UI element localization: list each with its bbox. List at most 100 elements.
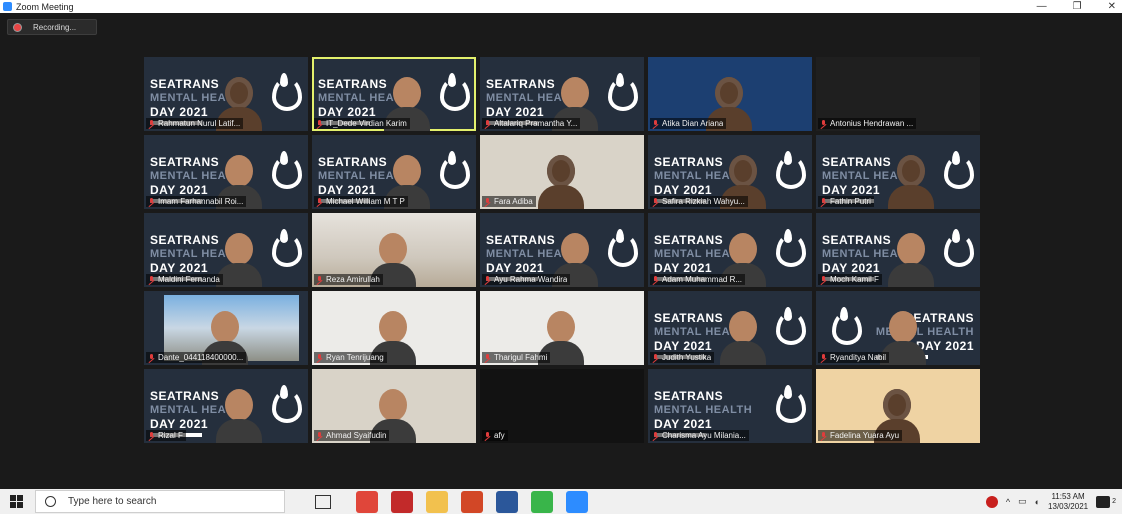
- participant-tile[interactable]: Fadelina Yuara Ayu: [816, 369, 980, 443]
- flame-logo-icon: [268, 71, 302, 111]
- zoom-icon[interactable]: [566, 490, 588, 513]
- participant-name-label: Tharigul Fahmi: [482, 352, 551, 363]
- participant-tile[interactable]: SEATRANS MENTAL HEALTH DAY 2021 Altalariq P…: [480, 57, 644, 131]
- participant-tile[interactable]: Atika Dian Ariana: [648, 57, 812, 131]
- taskbar-search[interactable]: Type here to search: [35, 490, 285, 513]
- participant-tile[interactable]: SEATRANS MENTAL HEALTH DAY 2021 Rizal F: [144, 369, 308, 443]
- windows-start-icon[interactable]: [10, 495, 23, 508]
- banner-title: SEATRANS: [654, 389, 724, 403]
- muted-mic-icon: [820, 353, 827, 362]
- participant-tile[interactable]: afy: [480, 369, 644, 443]
- banner-year: DAY 2021: [654, 417, 713, 431]
- participant-name: Rahmatun Nurul Latif...: [158, 119, 241, 128]
- flame-logo-icon: [268, 149, 302, 189]
- task-view-icon[interactable]: [315, 494, 331, 509]
- muted-mic-icon: [820, 197, 827, 206]
- chevron-up-icon[interactable]: ^: [1006, 497, 1010, 507]
- participant-name-label: Fadelina Yuara Ayu: [818, 430, 903, 441]
- flame-logo-icon: [772, 149, 806, 189]
- participant-name: Tharigul Fahmi: [494, 353, 548, 362]
- word-icon[interactable]: [496, 490, 518, 513]
- participant-name: Reza Amirullah: [326, 275, 380, 284]
- participant-tile[interactable]: SEATRANS MENTAL HEALTH DAY 2021 Ayu Rahma W…: [480, 213, 644, 287]
- muted-mic-icon: [484, 275, 491, 284]
- participant-tile[interactable]: SEATRANS MENTAL HEALTH DAY 2021 Judith Yust…: [648, 291, 812, 365]
- muted-mic-icon: [316, 197, 323, 206]
- participant-video: [216, 385, 262, 443]
- participant-name-label: Judith Yustika: [650, 352, 715, 363]
- muted-mic-icon: [484, 119, 491, 128]
- system-tray: ^ ▭ ◐ 11:53 AM 13/03/2021 2: [985, 489, 1122, 514]
- muted-mic-icon: [652, 119, 659, 128]
- participant-name: Ryan Tenrijuang: [326, 353, 384, 362]
- minimize-button[interactable]: —: [1037, 1, 1047, 12]
- participant-name: Altalariq Pramantha Y...: [494, 119, 578, 128]
- participant-name-label: Fara Adiba: [482, 196, 536, 207]
- participant-name-label: afy: [482, 430, 508, 441]
- line-icon[interactable]: [531, 490, 553, 513]
- powerpoint-icon[interactable]: [461, 490, 483, 513]
- participant-name-label: Ryanditya Nabil: [818, 352, 890, 363]
- participant-tile[interactable]: Tharigul Fahmi: [480, 291, 644, 365]
- participant-tile[interactable]: Fara Adiba: [480, 135, 644, 209]
- participant-name-label: Rizal F: [146, 430, 186, 441]
- participant-tile[interactable]: Ahmad Syaifudin: [312, 369, 476, 443]
- participant-name: Moch Kamil F: [830, 275, 879, 284]
- muted-mic-icon: [820, 431, 827, 440]
- participant-tile[interactable]: SEATRANS MENTAL HEALTH DAY 2021 Ryanditya N…: [816, 291, 980, 365]
- participant-name-label: Ryan Tenrijuang: [314, 352, 387, 363]
- muted-mic-icon: [484, 353, 491, 362]
- muted-mic-icon: [316, 119, 323, 128]
- clock[interactable]: 11:53 AM 13/03/2021: [1048, 492, 1088, 512]
- recording-dot-icon: [14, 23, 21, 31]
- muted-mic-icon: [652, 353, 659, 362]
- participant-tile[interactable]: SEATRANS MENTAL HEALTH DAY 2021 Charisma Ay…: [648, 369, 812, 443]
- participant-tile[interactable]: SEATRANS MENTAL HEALTH DAY 2021 IT_Dede Vir…: [312, 57, 476, 131]
- participant-name: Ahmad Syaifudin: [326, 431, 387, 440]
- chrome-icon[interactable]: [356, 490, 378, 513]
- window-controls: — ❐ ✕: [1037, 0, 1116, 13]
- tray-app-icon[interactable]: [985, 495, 998, 508]
- participant-tile[interactable]: Reza Amirullah: [312, 213, 476, 287]
- participant-tile[interactable]: SEATRANS MENTAL HEALTH DAY 2021 Imam Farhan…: [144, 135, 308, 209]
- flame-logo-icon: [268, 227, 302, 267]
- participant-tile[interactable]: SEATRANS MENTAL HEALTH DAY 2021 Adam Muhamm…: [648, 213, 812, 287]
- clock-time: 11:53 AM: [1051, 491, 1085, 501]
- flame-logo-icon: [940, 227, 974, 267]
- participant-tile[interactable]: SEATRANS MENTAL HEALTH DAY 2021 Safira Rizk…: [648, 135, 812, 209]
- participant-name-label: Adam Muhammad R...: [650, 274, 746, 285]
- volume-icon[interactable]: ◐: [1035, 497, 1040, 507]
- participant-name-label: IT_Dede Virdian Karim: [314, 118, 410, 129]
- participant-name: Fadelina Yuara Ayu: [830, 431, 900, 440]
- participant-name-label: Atika Dian Ariana: [650, 118, 727, 129]
- muted-mic-icon: [484, 431, 491, 440]
- notification-icon[interactable]: [1096, 495, 1111, 508]
- participant-name: Fathin Putri: [830, 197, 871, 206]
- participant-tile[interactable]: Antonius Hendrawan ...: [816, 57, 980, 131]
- muted-mic-icon: [652, 197, 659, 206]
- flame-logo-icon: [604, 227, 638, 267]
- muted-mic-icon: [148, 275, 155, 284]
- participant-tile[interactable]: SEATRANS MENTAL HEALTH DAY 2021 Fathin Putr…: [816, 135, 980, 209]
- video-app-icon[interactable]: [391, 490, 413, 513]
- participant-tile[interactable]: SEATRANS MENTAL HEALTH DAY 2021 Michael Wil…: [312, 135, 476, 209]
- participant-name: Imam Farhannabil Roi...: [158, 197, 244, 206]
- file-explorer-icon[interactable]: [426, 490, 448, 513]
- close-button[interactable]: ✕: [1108, 1, 1116, 12]
- participant-tile[interactable]: Ryan Tenrijuang: [312, 291, 476, 365]
- participant-name: Dante_044118400000...: [158, 353, 244, 362]
- participant-tile[interactable]: Dante_044118400000...: [144, 291, 308, 365]
- title-bar: Zoom Meeting — ❐ ✕: [0, 0, 1122, 13]
- participant-video: [888, 229, 934, 287]
- participant-tile[interactable]: SEATRANS MENTAL HEALTH DAY 2021 Moch Kamil …: [816, 213, 980, 287]
- taskbar: Type here to search ^ ▭ ◐ 11:53 AM 13/03…: [0, 489, 1122, 514]
- network-icon[interactable]: ▭: [1018, 496, 1027, 507]
- participant-name-label: Imam Farhannabil Roi...: [146, 196, 247, 207]
- notification-count: 2: [1112, 498, 1116, 505]
- recording-indicator[interactable]: Recording...: [7, 19, 97, 35]
- restore-button[interactable]: ❐: [1073, 1, 1082, 12]
- participant-name-label: Moch Kamil F: [818, 274, 882, 285]
- participant-name-label: Maldini Fernanda: [146, 274, 223, 285]
- participant-tile[interactable]: SEATRANS MENTAL HEALTH DAY 2021 Maldini Fer…: [144, 213, 308, 287]
- participant-tile[interactable]: SEATRANS MENTAL HEALTH DAY 2021 Rahmatun Nu…: [144, 57, 308, 131]
